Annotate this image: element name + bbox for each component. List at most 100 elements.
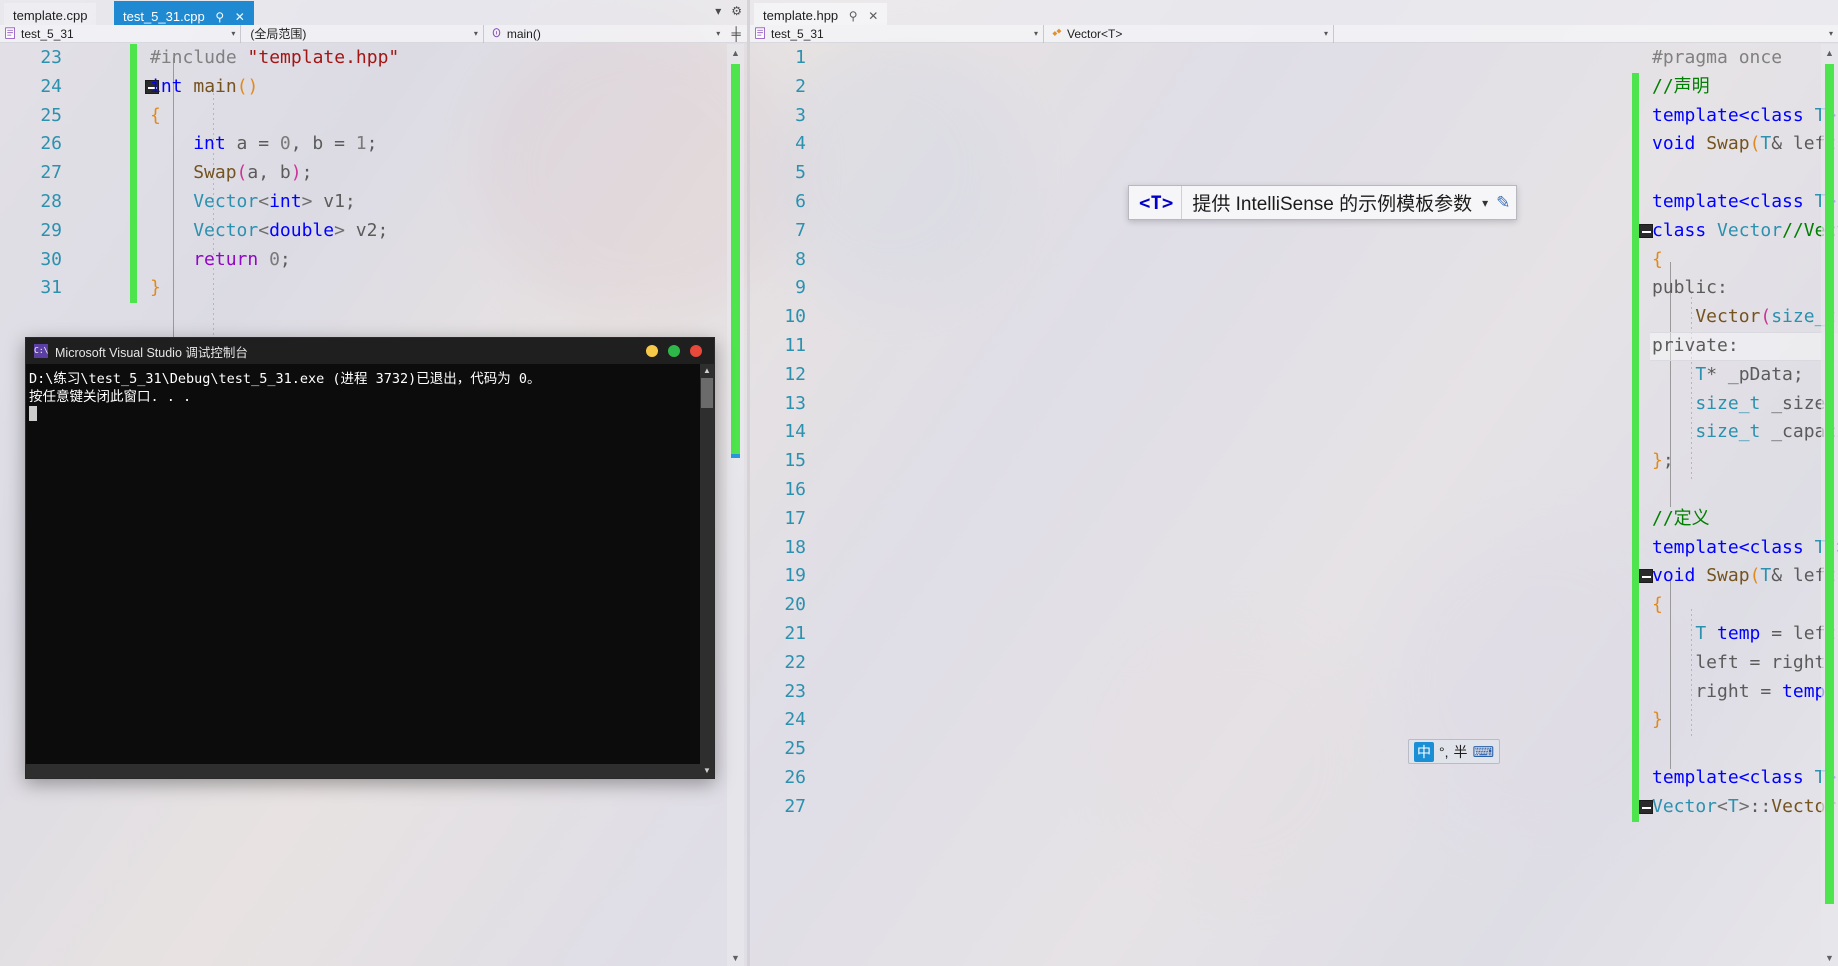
member-selector[interactable]: Vector<T> ▾ xyxy=(1044,24,1334,43)
code-token: private: xyxy=(1652,335,1739,356)
collapse-toggle-icon[interactable] xyxy=(1639,799,1653,814)
console-hscrollbar[interactable] xyxy=(26,764,700,778)
code-line[interactable]: 26 int a = 0, b = 1; xyxy=(0,130,747,160)
empty-selector[interactable]: ▾ xyxy=(1334,25,1838,43)
line-number: 27 xyxy=(40,162,62,184)
close-button[interactable] xyxy=(690,345,702,357)
change-bar xyxy=(130,188,137,217)
scope-selector[interactable]: (全局范围) ▾ xyxy=(241,24,484,43)
code-line[interactable]: 24} xyxy=(750,706,1838,736)
code-line[interactable]: 25 xyxy=(750,735,1838,764)
ime-width-mode[interactable]: 半 xyxy=(1454,742,1468,762)
scroll-up-arrow[interactable]: ▲ xyxy=(1821,44,1838,61)
scroll-down-arrow[interactable]: ▼ xyxy=(727,949,744,966)
close-icon[interactable]: ✕ xyxy=(235,10,245,24)
vertical-scrollbar-left[interactable]: ▲ ▼ xyxy=(727,44,744,966)
chevron-down-icon[interactable]: ▾ xyxy=(231,29,235,38)
code-line[interactable]: 17 //定义 xyxy=(750,504,1838,534)
code-line[interactable]: 13 size_t _size; xyxy=(750,389,1838,419)
chevron-down-icon[interactable]: ▾ xyxy=(1324,29,1328,38)
ime-status-indicator[interactable]: 中 °, 半 ⌨ xyxy=(1408,739,1501,764)
code-line[interactable]: 16 xyxy=(750,476,1838,505)
vertical-scrollbar-right[interactable]: ▲ ▼ xyxy=(1821,44,1838,966)
code-line[interactable]: 21 T temp = left; xyxy=(750,620,1838,649)
code-line[interactable]: 22 left = right; xyxy=(750,648,1838,678)
tab-template-hpp[interactable]: template.hpp ⚲ ✕ xyxy=(754,3,888,25)
code-line[interactable]: 27 Swap(a, b); xyxy=(0,159,747,188)
project-selector[interactable]: test_5_31 ▾ xyxy=(0,24,242,43)
collapse-toggle-icon[interactable] xyxy=(1639,569,1653,584)
tab-template-cpp[interactable]: template.cpp xyxy=(4,3,97,25)
code-line[interactable]: 28 Vector<int> v1; xyxy=(0,188,747,217)
code-line[interactable]: 11 private: xyxy=(750,332,1838,361)
code-line[interactable]: 29 Vector<double> v2; xyxy=(0,216,747,246)
code-line[interactable]: 31} xyxy=(0,274,747,304)
code-line[interactable]: 15}; xyxy=(750,447,1838,476)
chevron-down-icon[interactable]: ▾ xyxy=(474,29,478,38)
console-scrollbar[interactable]: ▲ ▼ xyxy=(700,364,714,778)
code-token: & xyxy=(1771,133,1783,155)
debug-console-window[interactable]: C:\ Microsoft Visual Studio 调试控制台 D:\练习\… xyxy=(25,337,715,779)
code-line[interactable]: 18 template<class T > xyxy=(750,533,1838,563)
code-line[interactable]: 8{ xyxy=(750,245,1838,275)
code-line[interactable]: 1 #pragma once xyxy=(750,44,1838,73)
chevron-down-icon[interactable]: ▾ xyxy=(1829,29,1833,38)
intellisense-template-tooltip[interactable]: <T> 提供 IntelliSense 的示例模板参数 ▾ ✎ xyxy=(1128,185,1518,220)
keyboard-icon[interactable]: ⌨ xyxy=(1473,743,1495,761)
code-line[interactable]: 4 void Swap(T& left, T& right); xyxy=(750,130,1838,160)
code-token: { xyxy=(150,104,161,126)
ime-punctuation-mode[interactable]: °, xyxy=(1439,744,1449,760)
member-selector[interactable]: main() ▾ xyxy=(484,25,725,43)
code-line[interactable]: 23 #include "template.hpp" xyxy=(0,44,747,73)
code-line[interactable]: 24 int main() xyxy=(0,72,747,102)
code-token: } xyxy=(150,277,161,299)
minimize-button[interactable] xyxy=(646,345,658,357)
code-line[interactable]: 5 xyxy=(750,159,1838,188)
tab-test-5-31-cpp[interactable]: test_5_31.cpp ⚲ ✕ xyxy=(114,1,254,25)
code-token: //声明 xyxy=(1652,75,1710,97)
pin-icon[interactable]: ⚲ xyxy=(849,9,858,23)
ime-mode-chinese[interactable]: 中 xyxy=(1414,741,1434,762)
code-line[interactable]: 9 public: xyxy=(750,274,1838,304)
scroll-down-arrow[interactable]: ▼ xyxy=(1821,949,1838,966)
scroll-down-arrow[interactable]: ▼ xyxy=(700,764,714,778)
console-titlebar[interactable]: C:\ Microsoft Visual Studio 调试控制台 xyxy=(26,338,714,364)
split-view-icon[interactable]: ╪ xyxy=(725,26,747,41)
code-line[interactable]: 23 right = temp; xyxy=(750,677,1838,707)
chevron-down-icon[interactable]: ▾ xyxy=(716,29,720,38)
chevron-down-icon[interactable]: ▾ xyxy=(1034,29,1038,38)
code-token: a xyxy=(225,133,259,155)
code-editor-right[interactable]: 1#pragma once2//声明3template<class T>4voi… xyxy=(750,44,1838,966)
change-bar xyxy=(1632,591,1639,620)
code-line[interactable]: 14 size_t _capacity; xyxy=(750,418,1838,448)
code-token: int xyxy=(150,75,183,97)
project-selector[interactable]: test_5_31 ▾ xyxy=(750,24,1044,43)
pencil-icon[interactable]: ✎ xyxy=(1496,193,1510,213)
scroll-up-arrow[interactable]: ▲ xyxy=(700,364,714,378)
scroll-thumb[interactable] xyxy=(701,378,713,408)
code-line[interactable]: 26 template<class T> xyxy=(750,764,1838,793)
line-number: 26 xyxy=(40,133,62,155)
code-line[interactable]: 12 T* _pData; xyxy=(750,360,1838,390)
chevron-down-icon[interactable]: ▾ xyxy=(1482,196,1496,210)
code-line[interactable]: 30 return 0; xyxy=(0,245,747,275)
code-line[interactable]: 19 void Swap(T& left, T& right) xyxy=(750,562,1838,592)
pane-splitter[interactable] xyxy=(747,0,750,966)
code-line[interactable]: 25 { xyxy=(0,101,747,131)
chevron-down-icon[interactable]: ▾ xyxy=(715,4,721,18)
pin-icon[interactable]: ⚲ xyxy=(215,10,224,24)
line-number: 10 xyxy=(784,306,806,328)
code-line[interactable]: 27 Vector<T>::Vector(size_t capacity) xyxy=(750,792,1838,822)
line-number: 16 xyxy=(784,479,806,500)
change-bar xyxy=(1632,274,1639,304)
code-line[interactable]: 3 template<class T> xyxy=(750,101,1838,131)
code-line[interactable]: 2 //声明 xyxy=(750,72,1838,102)
close-icon[interactable]: ✕ xyxy=(868,9,878,23)
gear-icon[interactable]: ⚙ xyxy=(731,4,742,18)
code-line[interactable]: 7 class Vector//Vector不是具体的类，是编译器根据被实例化的 xyxy=(750,216,1838,246)
collapse-toggle-icon[interactable] xyxy=(1639,223,1653,238)
maximize-button[interactable] xyxy=(668,345,680,357)
code-line[interactable]: 20 { xyxy=(750,591,1838,620)
code-line[interactable]: 10 Vector(size_t capacity = 10); xyxy=(750,303,1838,332)
scroll-up-arrow[interactable]: ▲ xyxy=(727,44,744,61)
